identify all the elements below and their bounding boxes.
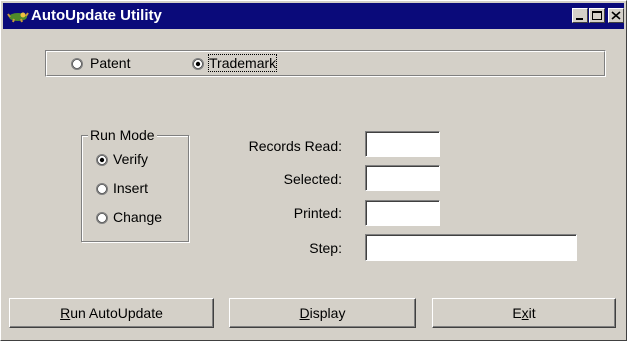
trademark-label[interactable]: Trademark bbox=[207, 54, 278, 72]
minimize-icon bbox=[576, 18, 583, 20]
step-label: Step: bbox=[309, 240, 342, 256]
exit-button[interactable]: Ex it bbox=[432, 298, 616, 328]
change-radio[interactable] bbox=[96, 212, 108, 224]
verify-radio[interactable] bbox=[96, 154, 108, 166]
maximize-button[interactable] bbox=[589, 8, 605, 23]
run-mode-legend: Run Mode bbox=[88, 127, 157, 143]
trademark-radio[interactable] bbox=[192, 58, 204, 70]
printed-field bbox=[365, 200, 440, 226]
records-read-field bbox=[365, 131, 440, 157]
close-icon bbox=[611, 11, 621, 20]
step-field bbox=[365, 234, 577, 261]
patent-radio[interactable] bbox=[71, 58, 83, 70]
window-title: AutoUpdate Utility bbox=[31, 7, 162, 24]
insert-label[interactable]: Insert bbox=[113, 180, 148, 196]
printed-label: Printed: bbox=[293, 205, 342, 221]
minimize-button[interactable] bbox=[572, 8, 588, 23]
main-window: AutoUpdate Utility Patent Trademark Run … bbox=[0, 0, 627, 341]
run-autoupdate-button[interactable]: Run AutoUpdate bbox=[9, 298, 214, 328]
selected-field bbox=[365, 165, 440, 191]
change-label[interactable]: Change bbox=[113, 209, 162, 225]
maximize-icon bbox=[592, 11, 602, 20]
selected-label: Selected: bbox=[283, 171, 342, 187]
verify-label[interactable]: Verify bbox=[113, 151, 148, 167]
insert-radio[interactable] bbox=[96, 183, 108, 195]
patent-label[interactable]: Patent bbox=[90, 55, 130, 71]
display-button[interactable]: Display bbox=[229, 298, 416, 328]
title-bar[interactable]: AutoUpdate Utility bbox=[3, 3, 624, 29]
close-button[interactable] bbox=[608, 8, 624, 23]
app-icon bbox=[7, 12, 29, 23]
records-read-label: Records Read: bbox=[248, 138, 342, 154]
